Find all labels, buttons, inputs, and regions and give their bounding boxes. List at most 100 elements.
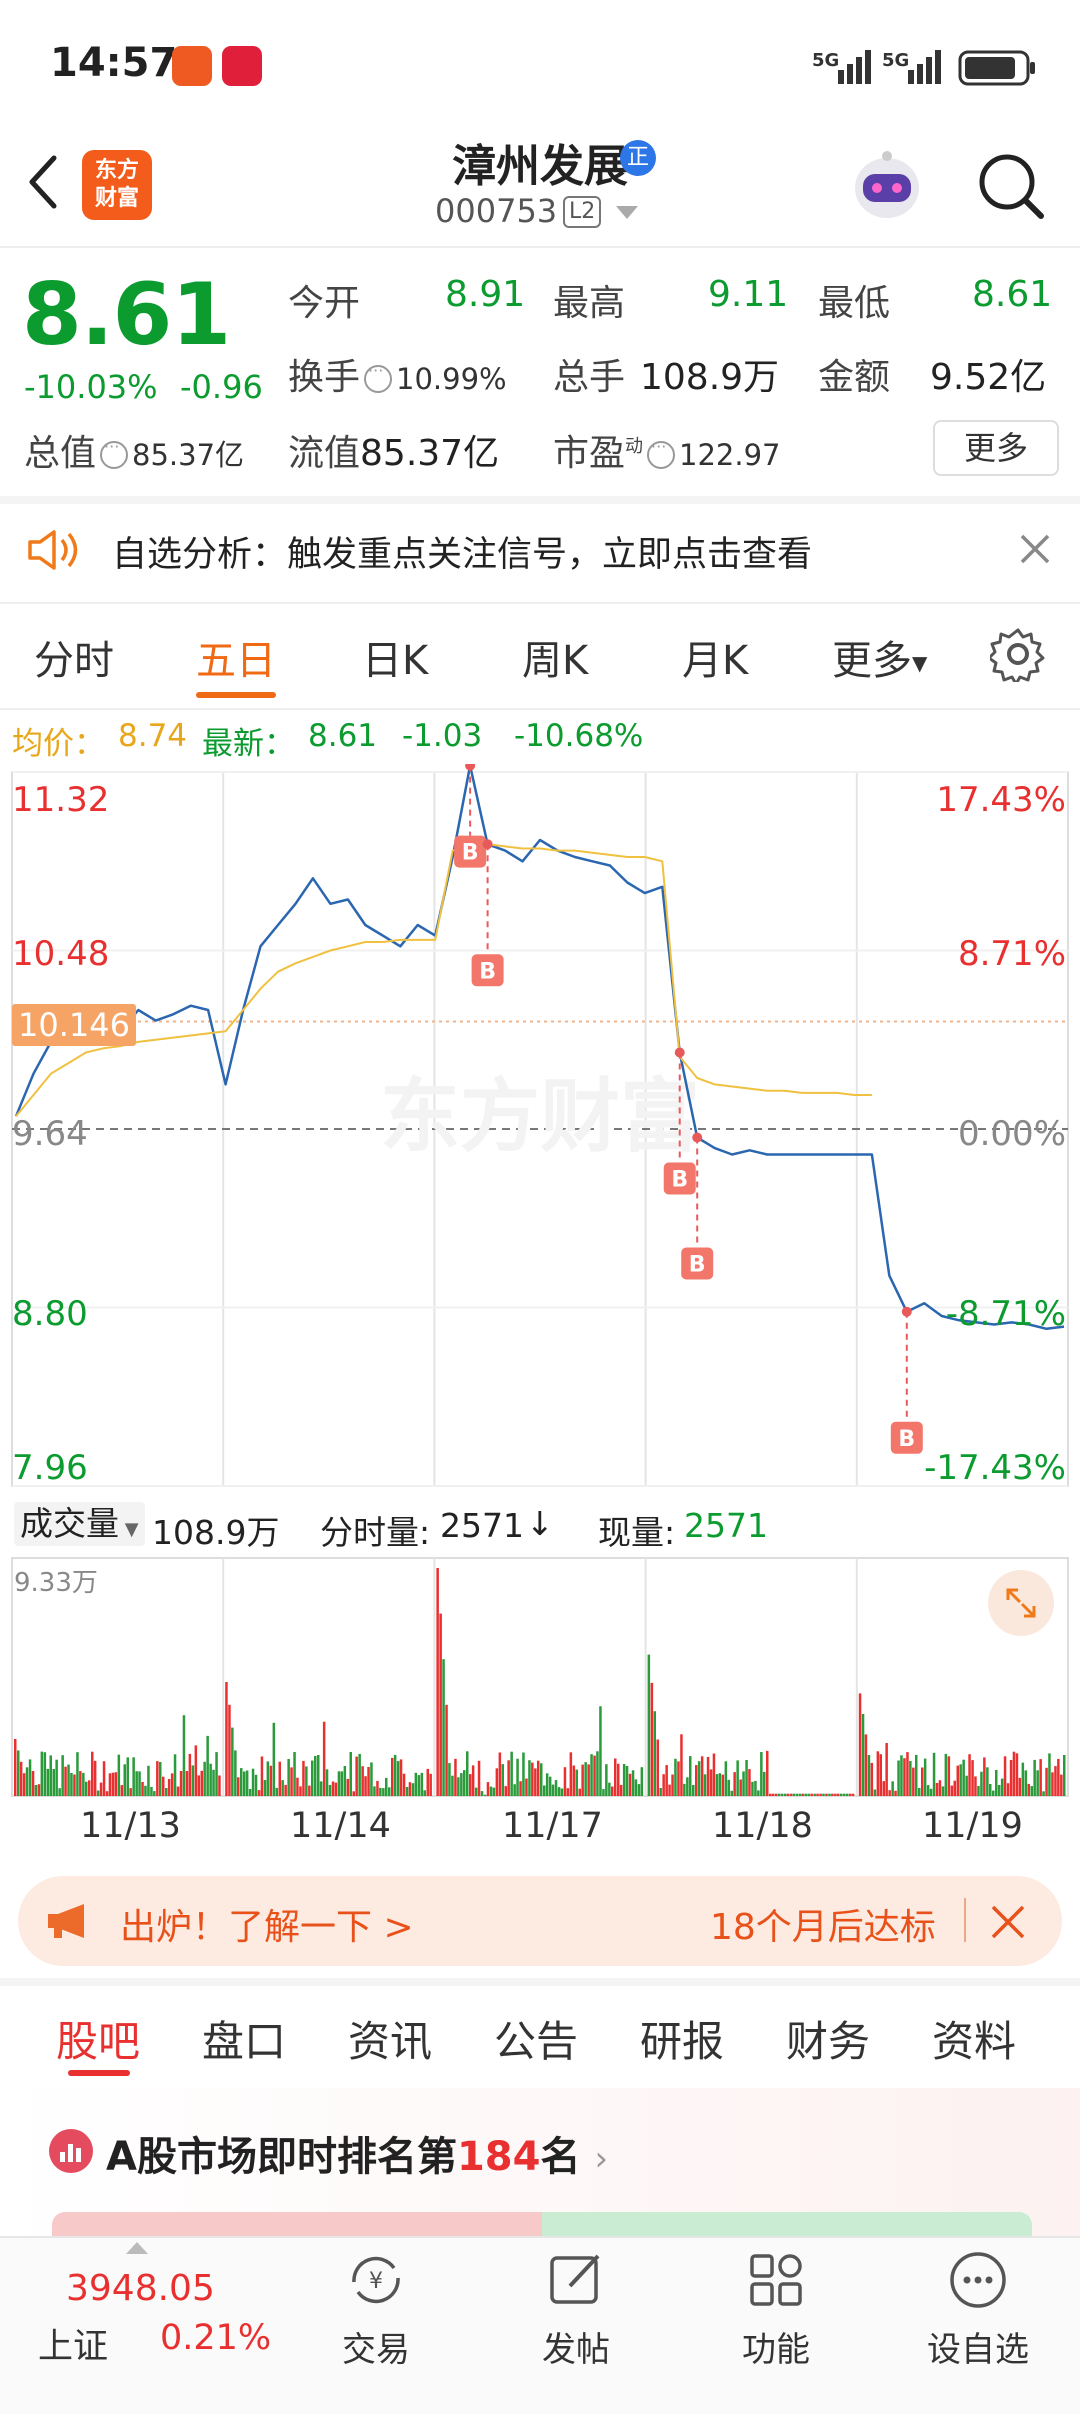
index-value[interactable]: 3948.05 — [66, 2268, 215, 2309]
volume-bar — [114, 1772, 118, 1796]
tab-research[interactable]: 研报 — [640, 2008, 724, 2069]
settings-gear-icon[interactable] — [990, 626, 1046, 682]
volume-bar — [495, 1768, 499, 1796]
rank-text[interactable]: A股市场即时排名第184名 › — [106, 2124, 608, 2182]
price-line — [14, 764, 1065, 1331]
promo-banner[interactable]: 出炉！了解一下 > 18个月后达标 — [18, 1876, 1062, 1966]
y-tick-left-1: 10.48 — [12, 934, 110, 974]
volume-bar — [237, 1777, 240, 1796]
volume-bar — [457, 1777, 460, 1796]
volume-bar — [730, 1790, 733, 1796]
rank-prefix: A股市场即时排名第 — [106, 2134, 457, 2180]
back-arrow-icon[interactable] — [24, 152, 64, 212]
volume-bar — [206, 1735, 209, 1796]
nav-add-watchlist[interactable]: 设自选 — [908, 2248, 1048, 2371]
tab-stock-bar[interactable]: 股吧 — [56, 2008, 140, 2069]
ai-assistant-robot-icon[interactable] — [845, 144, 929, 228]
sentiment-bar — [52, 2212, 1032, 2238]
alert-banner[interactable]: 自选分析：触发重点关注信号，立即点击查看 — [0, 498, 1080, 602]
tab-monthly-k[interactable]: 月K — [682, 628, 748, 686]
stock-code: 000753 — [435, 192, 558, 230]
volume-bar — [361, 1766, 364, 1796]
volume-bar — [477, 1760, 481, 1796]
volume-max-label: 9.33万 — [14, 1568, 98, 1598]
volume-bar — [414, 1772, 418, 1796]
index-name[interactable]: 上证 — [38, 2318, 108, 2369]
nav-functions[interactable]: 功能 — [706, 2248, 846, 2371]
nav-trade[interactable]: ¥ 交易 — [306, 2248, 446, 2371]
volume-bar — [926, 1785, 930, 1796]
volume-bar — [284, 1784, 287, 1796]
stock-status-badge: 正 — [620, 140, 656, 176]
volume-bar — [569, 1752, 573, 1796]
latest-label: 最新： — [202, 726, 295, 762]
latest-pct: -10.68% — [514, 718, 644, 754]
pe-superscript: 动 — [625, 436, 644, 457]
tab-announcements[interactable]: 公告 — [494, 2008, 578, 2069]
total-value-group[interactable]: 总值 85.37亿 — [24, 424, 244, 476]
change-amount: -0.96 — [180, 368, 263, 406]
promo-text-right[interactable]: 18个月后达标 — [710, 1898, 936, 1950]
volume-bar — [376, 1780, 379, 1796]
close-icon[interactable] — [1018, 532, 1052, 566]
volume-bar — [150, 1787, 153, 1796]
volume-bar — [426, 1768, 429, 1796]
volume-bar — [619, 1784, 623, 1796]
level2-badge[interactable]: L2 — [563, 196, 602, 228]
tab-more[interactable]: 更多▼ — [832, 628, 927, 686]
volume-bar — [656, 1739, 659, 1796]
code-dropdown-icon[interactable] — [616, 206, 638, 220]
close-icon[interactable] — [990, 1904, 1026, 1940]
expand-chart-button[interactable] — [988, 1570, 1054, 1636]
volume-bar — [804, 1793, 807, 1796]
info-icon[interactable] — [364, 361, 393, 393]
tab-daily-k[interactable]: 日K — [362, 628, 428, 686]
volume-bar — [537, 1760, 540, 1796]
volume-bar — [243, 1771, 246, 1796]
more-quote-button[interactable]: 更多 — [933, 420, 1059, 476]
volume-bar — [367, 1767, 370, 1796]
tab-financials[interactable]: 财务 — [786, 2008, 870, 2069]
tab-five-day[interactable]: 五日 — [196, 628, 276, 686]
indicator-selector[interactable]: 成交量 ▼ — [14, 1502, 145, 1546]
volume-bar — [766, 1750, 769, 1796]
tick-volume-label: 分时量: — [320, 1513, 431, 1552]
volume-bar — [466, 1751, 469, 1796]
index-change-pct[interactable]: 0.21% — [160, 2318, 271, 2358]
pe-group[interactable]: 市盈动 122.97 — [553, 424, 781, 476]
market-rank-card[interactable]: A股市场即时排名第184名 › — [0, 2088, 1080, 2238]
info-icon[interactable] — [647, 437, 676, 469]
info-icon[interactable] — [100, 437, 129, 469]
volume-bar — [531, 1762, 534, 1796]
volume-bar — [662, 1774, 665, 1796]
volume-bar — [819, 1793, 822, 1796]
eastmoney-logo[interactable]: 东方 财富 — [82, 150, 152, 220]
banner-text[interactable]: 自选分析：触发重点关注信号，立即点击查看 — [112, 526, 812, 577]
volume-bar — [828, 1793, 831, 1796]
x-tick-1: 11/14 — [290, 1806, 391, 1846]
volume-bar — [489, 1786, 493, 1796]
volume-bar — [393, 1754, 397, 1796]
battery-icon — [958, 50, 1035, 86]
volume-bar — [581, 1764, 584, 1796]
search-icon[interactable] — [975, 150, 1047, 222]
five-day-price-chart[interactable]: 东方财富 B B B B B 11.32 10.48 9.64 8.80 7.96 17… — [0, 760, 1080, 1494]
nav-post[interactable]: 发帖 — [506, 2248, 646, 2371]
volume-bar — [156, 1761, 159, 1796]
volume-bar — [88, 1780, 91, 1796]
promo-text-left[interactable]: 出炉！了解一下 > — [120, 1898, 414, 1950]
volume-bar — [28, 1759, 32, 1796]
volume-bar — [566, 1788, 570, 1796]
chart-legend: 均价： 8.74 最新： 8.61 -1.03 -10.68% — [0, 712, 1080, 762]
tab-news[interactable]: 资讯 — [348, 2008, 432, 2069]
tab-intraday[interactable]: 分时 — [34, 628, 114, 686]
low-label: 最低 — [818, 283, 891, 324]
volume-bar — [85, 1781, 88, 1796]
volume-bar — [1033, 1759, 1036, 1796]
volume-bar — [709, 1769, 713, 1796]
tab-profile[interactable]: 资料 — [932, 2008, 1016, 2069]
tab-weekly-k[interactable]: 周K — [522, 628, 588, 686]
tab-order-book[interactable]: 盘口 — [202, 2008, 286, 2069]
volume-chart[interactable]: 9.33万 — [0, 1556, 1080, 1798]
turnover-label[interactable]: 换手 10.99% — [288, 348, 507, 400]
